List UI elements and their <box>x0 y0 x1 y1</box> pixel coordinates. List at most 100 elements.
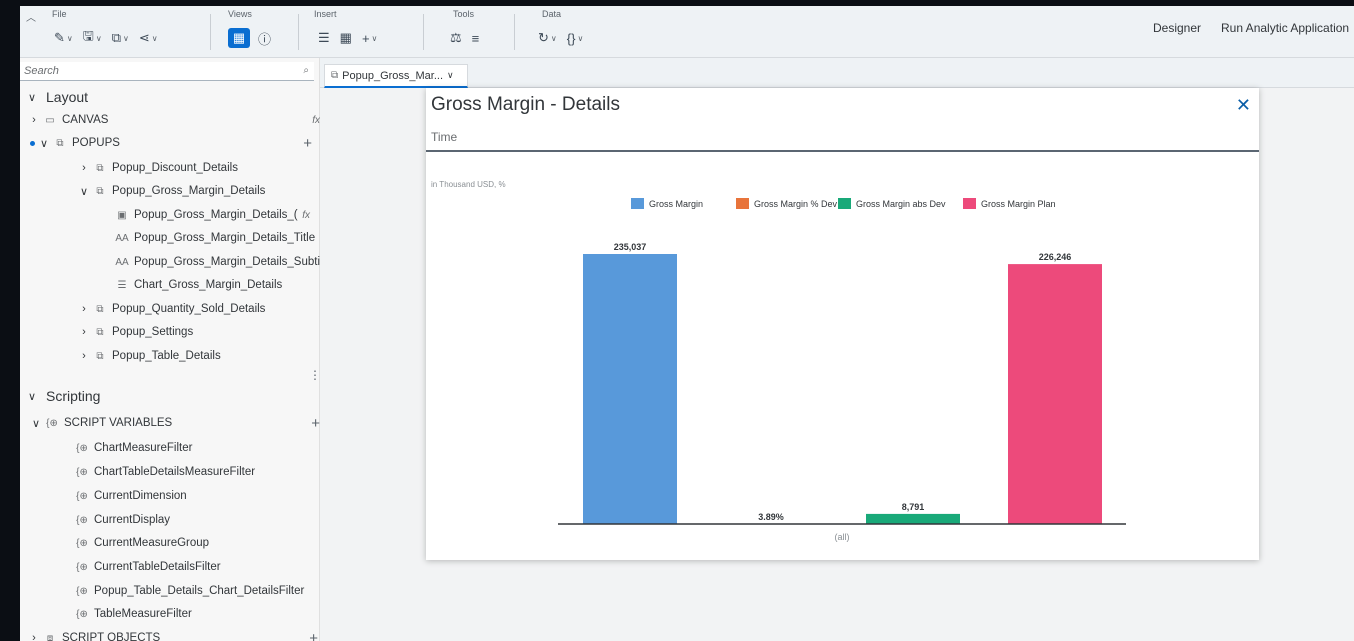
tree-item-script-objects[interactable]: › ⧈ SCRIPT OBJECTS + <box>28 627 328 641</box>
chevron-down-icon[interactable]: ∨ <box>447 70 454 81</box>
popup-icon: ⧉ <box>96 162 104 174</box>
legend-swatch <box>631 198 644 209</box>
tree-item-label: CurrentDisplay <box>94 514 171 526</box>
views-group-title: Views <box>228 9 252 19</box>
tree-item-popups[interactable]: ∨ ⧉ POPUPS + <box>20 132 320 154</box>
canvas-icon: ▭ <box>45 114 55 126</box>
tree-item-label: Popup_Discount_Details <box>112 162 238 174</box>
scripting-section[interactable]: ∨ Scripting <box>26 385 326 407</box>
chevron-right-icon: › <box>82 303 86 315</box>
layout-section[interactable]: ∨ Layout <box>26 86 326 108</box>
scripting-section-label: Scripting <box>46 388 101 404</box>
chart-bar <box>583 254 677 524</box>
add-script-object-button[interactable]: + <box>309 630 318 641</box>
fx-icon[interactable]: fx <box>312 115 320 126</box>
chevron-right-icon: › <box>82 350 86 362</box>
insert-group-title: Insert <box>314 9 337 19</box>
chevron-down-icon: ∨ <box>79 185 89 198</box>
title-divider <box>426 150 1259 152</box>
close-icon[interactable]: ✕ <box>1236 95 1251 116</box>
tree-item-label: Popup_Table_Details_Chart_DetailsFilter <box>94 585 305 597</box>
chart-bar <box>866 513 960 524</box>
chart-icon: ☰ <box>117 279 127 291</box>
popup-icon: ⧉ <box>96 185 104 197</box>
chevron-down-icon: ∨ <box>39 137 49 150</box>
search-input[interactable]: Search <box>20 62 314 81</box>
status-dot <box>30 140 35 146</box>
tree-item-label: Popup_Settings <box>112 326 194 338</box>
popup-icon: ⧉ <box>96 303 104 315</box>
variable-icon: {⊕ <box>76 537 88 549</box>
popup-gross-margin-details[interactable]: Gross Margin - Details ✕ Time in Thousan… <box>426 88 1259 560</box>
gross-margin-chart[interactable]: in Thousand USD, % Gross Margin Gross Marg… <box>426 168 1259 560</box>
popup-subtitle: Time <box>431 130 458 144</box>
refresh-icon[interactable]: ↻ ∨ <box>536 28 559 48</box>
legend-item: Gross Margin abs Dev <box>856 199 946 209</box>
tools-group: Tools ⚖ ≡ <box>440 6 520 58</box>
text-icon: AA <box>115 232 129 244</box>
search-icon[interactable]: ⌕ <box>303 65 309 76</box>
variable-icon: {⊕ <box>76 608 88 620</box>
tab-popup-gross-margin[interactable]: ⧉ Popup_Gross_Mar... ∨ <box>324 64 468 88</box>
tree-item-label: Chart_Gross_Margin_Details <box>134 279 283 291</box>
popup-icon: ⧉ <box>96 350 104 362</box>
translate-icon[interactable]: ⚖ <box>448 28 464 48</box>
popup-icon: ⧉ <box>96 326 104 338</box>
views-group: Views ▦ ⓘ <box>228 6 298 58</box>
script-icon[interactable]: ≡ <box>470 28 482 48</box>
add-popup-button[interactable]: + <box>303 135 312 152</box>
tree-item-label: CANVAS <box>62 114 109 126</box>
x-tick-label: (all) <box>835 532 850 542</box>
tree-item-label: CurrentDimension <box>94 490 187 502</box>
tree-item-label: Popup_Table_Details <box>112 350 221 362</box>
info-panel-icon[interactable]: ⓘ <box>256 28 273 48</box>
designer-button[interactable]: Designer <box>1153 21 1201 35</box>
unit-note: in Thousand USD, % <box>431 180 506 189</box>
tree-item-label: ChartMeasureFilter <box>94 442 193 454</box>
tools-group-title: Tools <box>453 9 475 19</box>
data-group: Data ↻ ∨ {} ∨ <box>530 6 620 58</box>
toolbar-divider <box>298 14 299 50</box>
fx-icon[interactable]: fx <box>302 210 310 221</box>
variable-icon: {⊕ <box>76 490 88 502</box>
chevron-right-icon: › <box>82 162 86 174</box>
tree-item-label: Popup_Gross_Margin_Details <box>112 185 266 197</box>
outline-view-icon[interactable]: ▦ <box>228 28 250 48</box>
variables-icon[interactable]: {} ∨ <box>565 28 586 48</box>
add-variable-button[interactable]: + <box>311 415 320 432</box>
image-icon: ▣ <box>117 209 127 221</box>
run-analytic-application-button[interactable]: Run Analytic Application <box>1221 21 1349 35</box>
tree-item-label: SCRIPT OBJECTS <box>62 632 161 641</box>
tab-bar: ⧉ Popup_Gross_Mar... ∨ <box>320 58 1354 88</box>
popup-icon: ⧉ <box>331 70 339 81</box>
legend-item: Gross Margin Plan <box>981 199 1056 209</box>
tree-item-script-variables[interactable]: ∨ {⊕ SCRIPT VARIABLES + <box>30 412 330 434</box>
add-icon[interactable]: + ∨ <box>360 28 379 48</box>
share-menu-icon[interactable]: ⋖ ∨ <box>137 28 160 48</box>
toolbar-divider <box>423 14 424 50</box>
chevron-down-icon: ∨ <box>31 417 41 430</box>
tree-item-label: Popup_Gross_Margin_Details_( <box>134 209 298 221</box>
chart-svg: in Thousand USD, % Gross Margin Gross Marg… <box>431 180 1126 542</box>
variable-icon: {⊕ <box>76 561 88 573</box>
chart-bar <box>1008 264 1102 524</box>
variable-icon: {⊕ <box>76 514 88 526</box>
tree-item-canvas[interactable]: › ▭ CANVAS fx <box>28 109 328 131</box>
edit-menu-icon[interactable]: ✎ ∨ <box>52 28 75 48</box>
outline-panel: Search ⌕ ∨ Layout › ▭ CANVAS fx ∨ ⧉ POPU… <box>20 58 323 641</box>
copy-menu-icon[interactable]: ⧉ ∨ <box>110 28 131 48</box>
insert-chart-icon[interactable]: ☰ <box>316 28 332 48</box>
insert-group: Insert ☰ ▦ + ∨ <box>314 6 424 58</box>
tab-label: Popup_Gross_Mar... <box>342 69 444 82</box>
toolbar-divider <box>514 14 515 50</box>
tree-item-label: TableMeasureFilter <box>94 608 192 620</box>
data-label: 235,037 <box>614 242 647 252</box>
chevron-up-icon[interactable]: ︿ <box>26 9 36 24</box>
tree-item-label: CurrentMeasureGroup <box>94 537 210 549</box>
save-menu-icon[interactable]: 🖫 ∨ <box>81 28 104 48</box>
data-group-title: Data <box>542 9 562 19</box>
popup-icon: ⧉ <box>56 137 64 149</box>
data-label: 226,246 <box>1039 252 1072 262</box>
insert-table-icon[interactable]: ▦ <box>338 28 354 48</box>
script-object-icon: ⧈ <box>46 632 54 641</box>
